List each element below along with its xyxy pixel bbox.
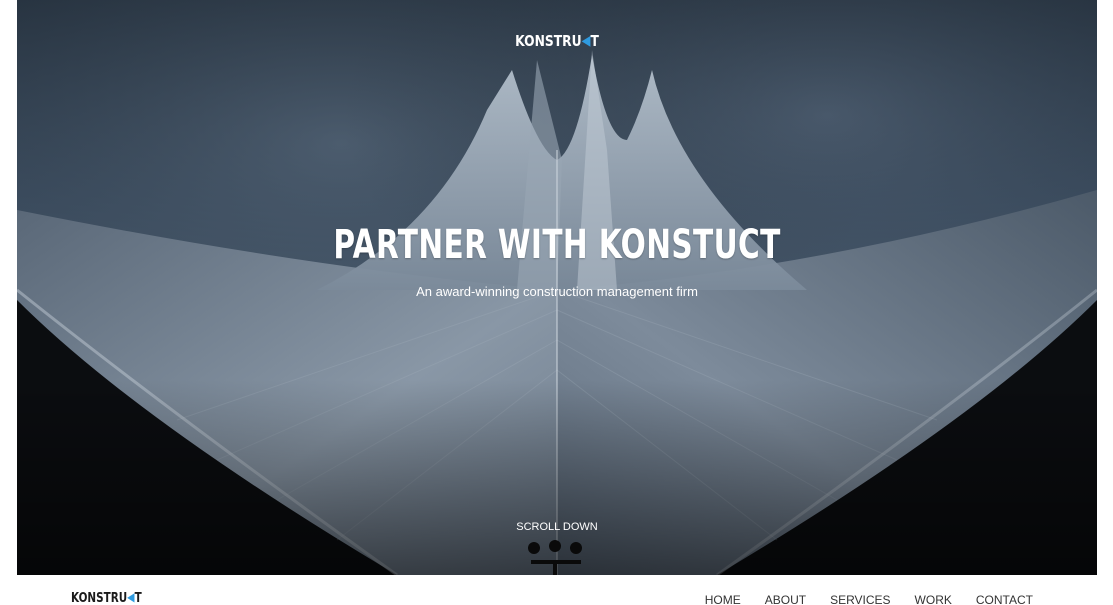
nav-logo-accent-glyph: ◀ (127, 590, 135, 604)
hero-logo[interactable]: KONSTRU◀T (114, 32, 1000, 50)
nav-link-about[interactable]: ABOUT (765, 593, 806, 605)
scroll-down-link[interactable]: SCROLL DOWN (17, 521, 1097, 533)
logo-accent-glyph: ◀ (581, 33, 591, 49)
main-navbar: KONSTRU◀T HOME ABOUT SERVICES WORK CONTA… (17, 575, 1097, 605)
nav-links: HOME ABOUT SERVICES WORK CONTACT (705, 593, 1033, 605)
logo-text-end: T (590, 32, 599, 50)
nav-link-services[interactable]: SERVICES (830, 593, 890, 605)
nav-link-work[interactable]: WORK (915, 593, 952, 605)
nav-link-contact[interactable]: CONTACT (976, 593, 1033, 605)
scroll-down-label[interactable]: SCROLL DOWN (516, 521, 598, 533)
nav-logo[interactable]: KONSTRU◀T (71, 590, 142, 605)
hero-title: PARTNER WITH KONSTUCT (333, 222, 781, 268)
nav-logo-text: KONSTRU (71, 591, 128, 605)
nav-link-home[interactable]: HOME (705, 593, 741, 605)
hero-subtitle: An award-winning construction management… (416, 284, 698, 299)
nav-logo-text-end: T (134, 591, 142, 605)
hero-section: KONSTRU◀T PARTNER WITH KONSTUCT An award… (17, 0, 1097, 575)
logo-text: KONSTRU (515, 32, 582, 50)
